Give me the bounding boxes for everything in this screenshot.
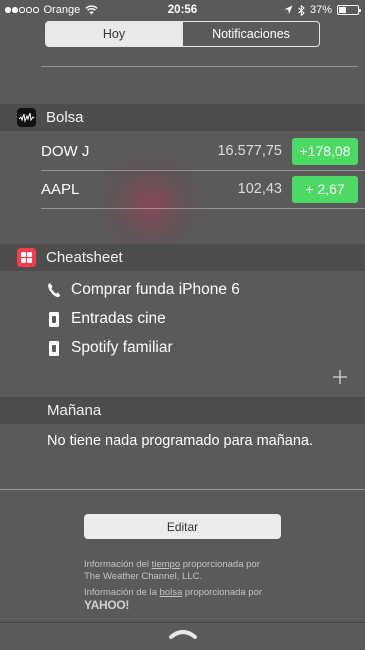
stock-price: 102,43 xyxy=(237,181,282,197)
divider xyxy=(41,208,365,209)
add-item-icon[interactable] xyxy=(331,368,349,386)
location-arrow-icon xyxy=(284,5,293,14)
list-item[interactable]: Spotify familiar xyxy=(47,336,173,360)
stocks-widget-header[interactable]: Bolsa xyxy=(0,104,365,131)
cheatsheet-app-icon xyxy=(17,248,36,267)
stocks-link[interactable]: bolsa xyxy=(160,587,183,598)
list-item[interactable]: Comprar funda iPhone 6 xyxy=(47,278,240,302)
collapse-handle-icon[interactable] xyxy=(168,628,198,640)
wifi-icon xyxy=(85,5,98,15)
phone-icon xyxy=(47,281,61,299)
cheatsheet-widget-title: Cheatsheet xyxy=(46,249,123,266)
stocks-widget-title: Bolsa xyxy=(46,109,84,126)
cheatsheet-widget-header[interactable]: Cheatsheet xyxy=(0,244,365,271)
tomorrow-widget-header[interactable]: Mañana xyxy=(0,397,365,424)
stock-price: 16.577,75 xyxy=(217,143,282,159)
weather-link[interactable]: tiempo xyxy=(152,559,181,570)
tomorrow-empty-message: No tiene nada programado para mañana. xyxy=(47,433,314,449)
ticket-icon xyxy=(47,310,61,328)
stock-row[interactable]: DOW J 16.577,75 +178,08 xyxy=(41,136,358,166)
yahoo-logo: YAHOO! xyxy=(84,598,130,612)
ticket-icon xyxy=(47,339,61,357)
battery-percentage: 37% xyxy=(309,4,332,16)
stock-change-badge[interactable]: + 2,67 xyxy=(292,175,358,203)
status-bar: Orange 20:56 37% xyxy=(0,0,365,20)
stock-symbol: DOW J xyxy=(41,142,90,160)
list-item-label: Comprar funda iPhone 6 xyxy=(71,281,240,298)
bluetooth-icon xyxy=(298,4,305,16)
edit-button[interactable]: Editar xyxy=(84,514,281,539)
list-item-label: Spotify familiar xyxy=(71,339,173,356)
divider xyxy=(41,66,358,67)
divider xyxy=(0,489,365,490)
stock-row[interactable]: AAPL 102,43 + 2,67 xyxy=(41,174,358,204)
view-segmented-control: Hoy Notificaciones xyxy=(45,21,320,47)
carrier-name: Orange xyxy=(43,4,81,16)
divider xyxy=(41,170,365,171)
tab-notifications[interactable]: Notificaciones xyxy=(182,22,319,46)
stocks-app-icon xyxy=(17,108,36,127)
stock-change-badge[interactable]: +178,08 xyxy=(292,137,358,165)
tab-today[interactable]: Hoy xyxy=(46,22,182,46)
stock-symbol: AAPL xyxy=(41,180,80,198)
weather-credit: Información del tiempo proporcionada por… xyxy=(84,559,260,582)
tomorrow-widget-title: Mañana xyxy=(47,402,102,419)
signal-strength-icon xyxy=(5,7,39,13)
list-item-label: Entradas cine xyxy=(71,310,166,327)
list-item[interactable]: Entradas cine xyxy=(47,307,166,331)
battery-icon xyxy=(337,5,361,15)
divider xyxy=(0,622,365,623)
